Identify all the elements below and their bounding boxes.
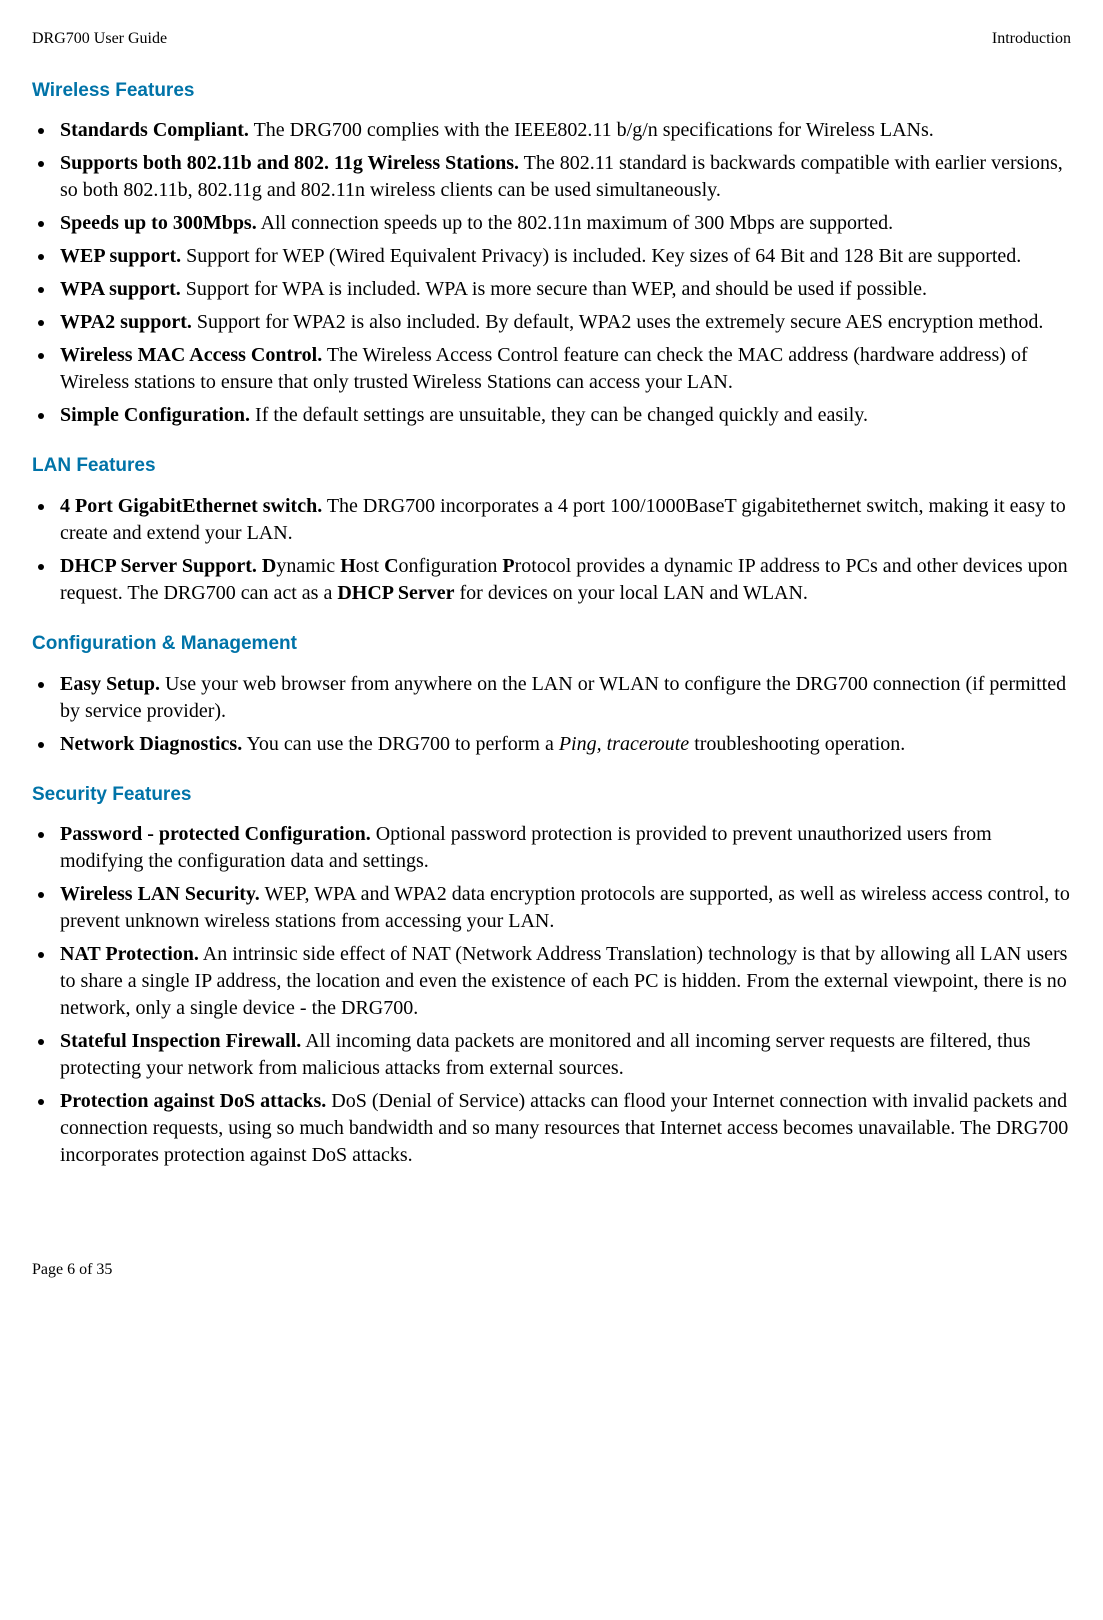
item-text: The DRG700 complies with the IEEE802.11 … [249, 119, 934, 141]
list-item: WPA2 support. Support for WPA2 is also i… [56, 309, 1071, 336]
list-security: Password - protected Configuration. Opti… [32, 821, 1071, 1169]
list-item: Network Diagnostics. You can use the DRG… [56, 731, 1071, 758]
item-text: for devices on your local LAN and WLAN. [455, 582, 808, 604]
item-bold: Stateful Inspection Firewall. [60, 1030, 301, 1052]
heading-lan: LAN Features [32, 453, 1071, 479]
item-bold: C [384, 555, 398, 577]
heading-wireless: Wireless Features [32, 78, 1071, 104]
list-item: Password - protected Configuration. Opti… [56, 821, 1071, 875]
list-wireless: Standards Compliant. The DRG700 complies… [32, 117, 1071, 429]
list-item: Supports both 802.11b and 802. 11g Wirel… [56, 150, 1071, 204]
item-bold: WEP support. [60, 245, 181, 267]
item-bold: P [502, 555, 514, 577]
list-item: Stateful Inspection Firewall. All incomi… [56, 1028, 1071, 1082]
list-item: WPA support. Support for WPA is included… [56, 276, 1071, 303]
list-config: Easy Setup. Use your web browser from an… [32, 671, 1071, 758]
item-bold: Easy Setup. [60, 673, 160, 695]
list-item: Speeds up to 300Mbps. All connection spe… [56, 210, 1071, 237]
list-item: Wireless LAN Security. WEP, WPA and WPA2… [56, 881, 1071, 935]
heading-config: Configuration & Management [32, 631, 1071, 657]
item-bold: DHCP Server [337, 582, 454, 604]
item-text: All connection speeds up to the 802.11n … [257, 212, 893, 234]
item-bold: Network Diagnostics. [60, 733, 242, 755]
item-text: If the default settings are unsuitable, … [250, 404, 868, 426]
item-text: onfiguration [399, 555, 503, 577]
item-italic: Ping, traceroute [559, 733, 689, 755]
page-header: DRG700 User Guide Introduction [32, 28, 1071, 50]
item-text: troubleshooting operation. [689, 733, 905, 755]
item-bold: Standards Compliant. [60, 119, 249, 141]
item-text: Support for WPA2 is also included. By de… [192, 311, 1044, 333]
item-bold: Password - protected Configuration. [60, 823, 371, 845]
item-bold: Wireless MAC Access Control. [60, 344, 322, 366]
list-item: Protection against DoS attacks. DoS (Den… [56, 1088, 1071, 1169]
list-item: Simple Configuration. If the default set… [56, 402, 1071, 429]
item-bold: NAT Protection. [60, 943, 199, 965]
item-bold: Simple Configuration. [60, 404, 250, 426]
item-text: You can use the DRG700 to perform a [242, 733, 559, 755]
heading-security: Security Features [32, 782, 1071, 808]
header-left: DRG700 User Guide [32, 28, 167, 50]
item-text: Support for WEP (Wired Equivalent Privac… [181, 245, 1021, 267]
item-text: Support for WPA is included. WPA is more… [181, 278, 927, 300]
item-text: An intrinsic side effect of NAT (Network… [60, 943, 1067, 1019]
page-footer: Page 6 of 35 [32, 1259, 1071, 1281]
header-right: Introduction [992, 28, 1071, 50]
item-bold: DHCP Server Support. D [60, 555, 276, 577]
list-item: Wireless MAC Access Control. The Wireles… [56, 342, 1071, 396]
list-item: NAT Protection. An intrinsic side effect… [56, 941, 1071, 1022]
item-bold: Protection against DoS attacks. [60, 1090, 326, 1112]
item-bold: 4 Port GigabitEthernet switch. [60, 495, 322, 517]
list-item: WEP support. Support for WEP (Wired Equi… [56, 243, 1071, 270]
item-bold: Wireless LAN Security. [60, 883, 260, 905]
item-bold: H [340, 555, 356, 577]
item-text: Use your web browser from anywhere on th… [60, 673, 1066, 722]
item-bold: Supports both 802.11b and 802. 11g Wirel… [60, 152, 519, 174]
list-item: Easy Setup. Use your web browser from an… [56, 671, 1071, 725]
item-text: ost [356, 555, 384, 577]
item-bold: Speeds up to 300Mbps. [60, 212, 257, 234]
list-lan: 4 Port GigabitEthernet switch. The DRG70… [32, 493, 1071, 607]
item-bold: WPA2 support. [60, 311, 192, 333]
item-bold: WPA support. [60, 278, 181, 300]
list-item: Standards Compliant. The DRG700 complies… [56, 117, 1071, 144]
item-text: ynamic [276, 555, 340, 577]
list-item: DHCP Server Support. Dynamic Host Config… [56, 553, 1071, 607]
list-item: 4 Port GigabitEthernet switch. The DRG70… [56, 493, 1071, 547]
